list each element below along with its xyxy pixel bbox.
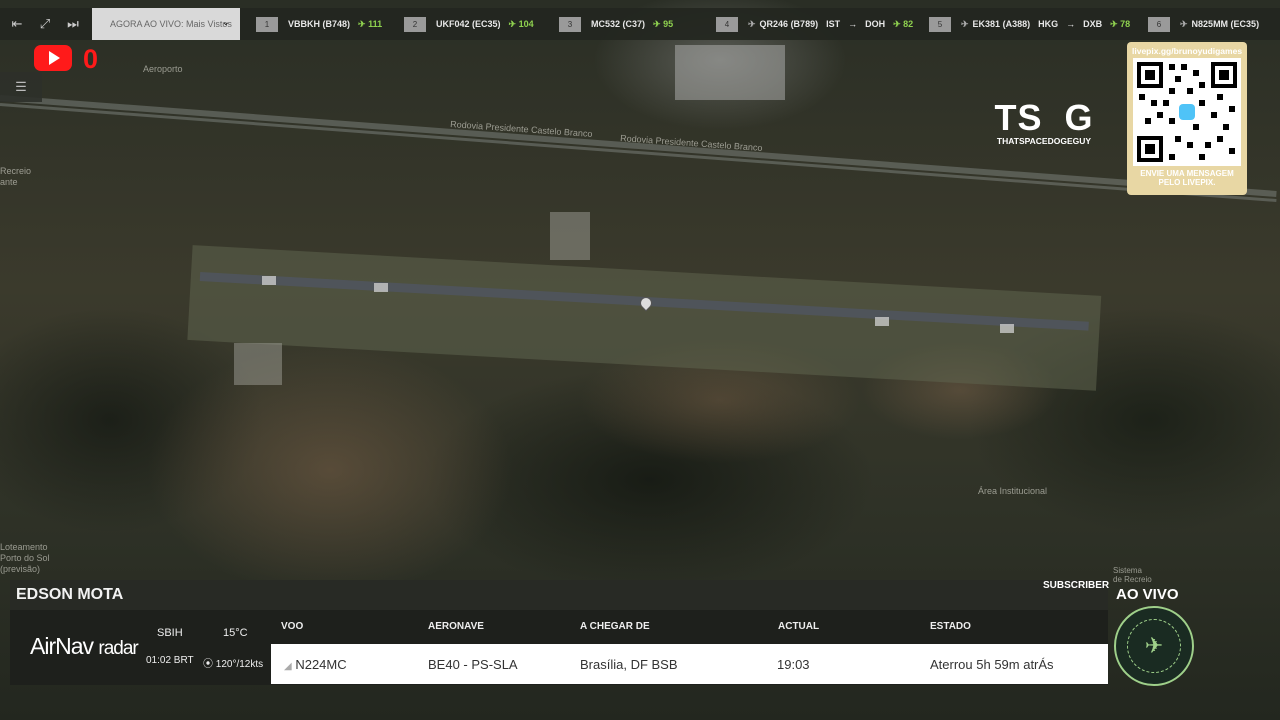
flight-ticker-item[interactable]: 5 ✈ EK381 (A388) HKG → DXB ✈ 78 [929,16,1130,32]
flight-ticker-item[interactable]: 3 MC532 (C37) ✈ 95 [559,16,673,32]
header-aircraft: AERONAVE [428,621,484,632]
map-label: Área Institucional [978,486,1048,496]
route-to: DXB [1083,19,1103,29]
temperature: 15°C [223,627,248,639]
airplane-emblem-icon: ✈ [1127,619,1181,673]
livepix-qr-card: livepix.gg/brunoyudigames ENVIE UMA MENS… [1127,42,1247,195]
flight-ticker-item[interactable]: 1 VBBKH (B748) ✈ 111 [256,16,382,32]
header-flight: VOO [281,621,304,632]
wind-value: 120°/12kts [215,659,264,670]
residential-block [675,45,785,100]
hangar-building [234,343,282,385]
altitude-value: ✈ 78 [1110,18,1131,29]
skip-next-icon[interactable]: ⏭ [62,13,84,35]
altitude-value: ✈ 111 [358,18,383,29]
local-time: 01:02 BRT [146,655,194,666]
rank-badge: 4 [716,16,738,32]
actual-time-value: 19:03 [777,657,810,672]
airport-code: SBIH [157,627,183,639]
flight-callsign: VBBKH (B748) [288,19,351,29]
heading-icon: ◢ [284,661,292,672]
flight-number: ◢ N224MC [284,657,347,672]
brand-sub: radar [98,638,138,659]
route-to: DOH [865,19,886,29]
flight-ticker: 1 VBBKH (B748) ✈ 111 2 UKF042 (EC35) ✈ 1… [240,8,1280,40]
header-status: ESTADO [930,621,971,632]
flight-callsign: N825MM (EC35) [1191,19,1260,29]
airplane-icon: ✈ [1180,18,1188,29]
runway-marking [262,276,276,285]
logo-text: TS G [994,97,1094,138]
altitude-value: ✈ 95 [653,18,674,29]
now-live-label: AGORA AO VIVO: Mais Vistos [110,19,232,29]
runway-marking [374,283,388,292]
expand-icon[interactable]: ⤢ [34,13,56,35]
chevron-down-icon: ⌄ [221,17,230,28]
map-label: Aeroporto [143,64,183,74]
now-live-dropdown[interactable]: AGORA AO VIVO: Mais Vistos ⌄ [92,8,240,40]
arriving-from-value: Brasília, DF BSB [580,657,678,672]
runway-marking [875,317,889,326]
top-flights-bar: ⇤ ⤢ ⏭ AGORA AO VIVO: Mais Vistos ⌄ 1 VBB… [0,8,1280,40]
wind-icon: ⦿ [203,659,213,670]
header-arriving-from: A CHEGAR DE [580,621,650,632]
rank-badge: 3 [559,16,581,32]
rank-badge: 1 [256,16,278,32]
streamer-logo: TS G THATSPACEDOGEGUY [980,97,1108,147]
terminal-building [550,212,590,260]
airnav-radar-logo: AirNav radar [30,633,139,660]
flight-row[interactable]: ◢ N224MC BE40 - PS-SLA Brasília, DF BSB … [271,644,1108,684]
route-arrow-icon: → [1066,19,1076,29]
collapse-icon[interactable]: ⇤ [6,13,28,35]
flight-ticker-item[interactable]: 2 UKF042 (EC35) ✈ 104 [404,16,534,32]
flight-ticker-item[interactable]: 6 ✈ N825MM (EC35) [1148,16,1259,32]
route-from: IST [826,19,841,29]
owner-name: EDSON MOTA [16,586,124,603]
altitude-value: ✈ 104 [508,18,534,29]
rank-badge: 6 [1148,16,1170,32]
status-value: Aterrou 5h 59m atrÁs [930,657,1054,672]
flight-info-panel: EDSON MOTA SUBSCRIBER AO VIVO AirNav rad… [0,578,1280,720]
map-label: Recreio ante [0,166,32,187]
runway-marking [1000,324,1014,333]
live-label: AO VIVO [1116,586,1179,603]
aircraft-value: BE40 - PS-SLA [428,657,518,672]
qr-url: livepix.gg/brunoyudigames [1132,46,1243,56]
wind: ⦿ 120°/12kts [203,655,263,670]
altitude-value: ✈ 82 [893,18,914,29]
owner-bar: EDSON MOTA [10,580,1108,610]
map-label: Loteamento Porto do Sol (previsão) [0,542,50,574]
route-from: HKG [1038,19,1059,29]
header-actual: ACTUAL [778,621,820,632]
rank-badge: 2 [404,16,426,32]
logo-subtitle: THATSPACEDOGEGUY [996,136,1092,146]
channel-badge: ✈ [1114,606,1194,686]
subscriber-label: SUBSCRIBER [1043,580,1110,591]
flight-details: AirNav radar SBIH 01:02 BRT 15°C ⦿ 120°/… [10,610,1108,685]
flight-callsign: UKF042 (EC35) [436,19,501,29]
youtube-count: 0 [83,44,99,74]
qr-caption: ENVIE UMA MENSAGEM PELO LIVEPIX. [1140,169,1234,187]
flight-ticker-item[interactable]: 4 ✈ QR246 (B789) IST → DOH ✈ 82 [716,16,913,32]
flight-callsign: QR246 (B789) [759,19,819,29]
brand-main: AirNav [30,633,94,659]
flight-callsign: MC532 (C37) [591,19,646,29]
route-arrow-icon: → [848,19,858,29]
flight-callsign: EK381 (A388) [972,19,1031,29]
map-layers-button[interactable]: ☰ [0,72,42,102]
qr-code [1133,58,1241,166]
rank-badge: 5 [929,16,951,32]
airplane-icon: ✈ [748,18,756,29]
youtube-icon [34,45,72,71]
airplane-icon: ✈ [961,18,969,29]
